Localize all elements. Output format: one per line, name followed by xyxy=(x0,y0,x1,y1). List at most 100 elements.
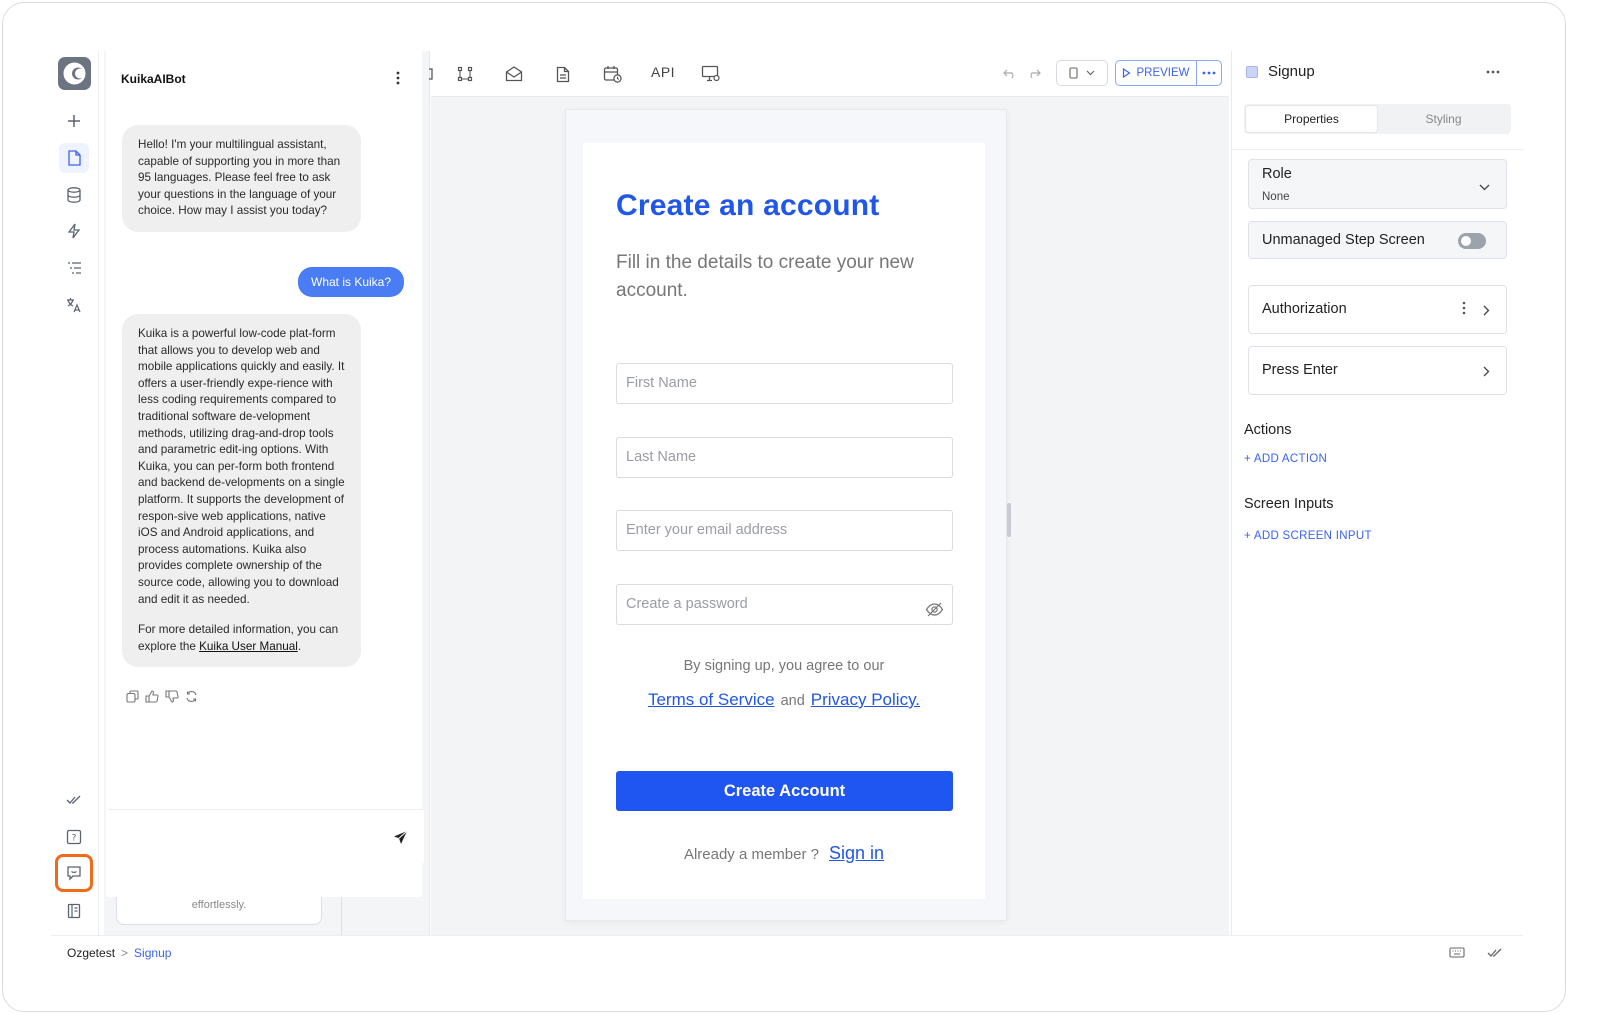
workflow-icon[interactable] xyxy=(453,62,477,86)
scheduler-icon[interactable] xyxy=(600,62,624,86)
authorization-menu-icon[interactable] xyxy=(1462,301,1466,320)
copy-icon[interactable] xyxy=(126,690,139,708)
preview-button[interactable]: PREVIEW xyxy=(1115,60,1197,86)
breadcrumb-current[interactable]: Signup xyxy=(134,946,171,960)
eye-off-icon[interactable] xyxy=(925,595,944,634)
chevron-right-icon xyxy=(1483,364,1490,382)
tab-properties[interactable]: Properties xyxy=(1246,106,1377,132)
preview-label: PREVIEW xyxy=(1136,67,1190,79)
first-name-input[interactable]: First Name xyxy=(616,363,953,404)
device-preview: Create an account Fill in the details to… xyxy=(566,110,1006,920)
database-icon[interactable] xyxy=(59,180,89,210)
unmanaged-label: Unmanaged Step Screen xyxy=(1262,232,1425,248)
tab-styling[interactable]: Styling xyxy=(1378,106,1509,132)
thumbs-down-icon[interactable] xyxy=(165,690,179,708)
ai-chat-panel: KuikaAIBot Hello! I'm your multilingual … xyxy=(104,51,430,935)
terms-link[interactable]: Terms of Service xyxy=(648,690,775,709)
regenerate-icon[interactable] xyxy=(185,690,198,708)
book-icon[interactable] xyxy=(59,896,89,926)
agree-text: By signing up, you agree to our xyxy=(683,658,885,674)
canvas-toolbar: API PREVIEW xyxy=(429,51,1229,97)
breadcrumb-project[interactable]: Ozgetest xyxy=(67,946,115,960)
chat-input[interactable] xyxy=(108,809,424,863)
document-icon[interactable] xyxy=(551,62,575,86)
background-card-text: effortlessly. xyxy=(191,899,247,911)
resize-handle[interactable] xyxy=(1007,503,1011,537)
mobile-icon xyxy=(1069,67,1078,79)
create-account-button[interactable]: Create Account xyxy=(616,771,953,811)
add-screen-input-button[interactable]: + ADD SCREEN INPUT xyxy=(1244,530,1372,542)
email-icon[interactable] xyxy=(502,62,526,86)
signin-row: Already a member ? Sign in xyxy=(583,843,985,864)
chevron-down-icon xyxy=(1086,70,1095,76)
properties-menu-icon[interactable] xyxy=(1486,61,1500,79)
press-enter-row[interactable]: Press Enter xyxy=(1248,346,1507,395)
chevron-right-icon xyxy=(1483,303,1490,321)
lightning-icon[interactable] xyxy=(59,216,89,246)
list-icon[interactable] xyxy=(59,253,89,283)
left-rail: ? xyxy=(51,51,99,935)
screen-inputs-heading: Screen Inputs xyxy=(1244,496,1334,512)
kuika-logo[interactable] xyxy=(58,57,91,90)
last-name-input[interactable]: Last Name xyxy=(616,437,953,478)
screen-settings-icon[interactable] xyxy=(699,62,723,86)
send-icon[interactable] xyxy=(393,830,408,850)
authorization-row[interactable]: Authorization xyxy=(1248,285,1507,334)
background-card: effortlessly. xyxy=(116,897,322,925)
device-select[interactable] xyxy=(1056,60,1108,86)
app-window: ? KuikaAIBot Hello! I'm your multilingua… xyxy=(2,2,1566,1012)
bot-answer-more: For more detailed information, you can e… xyxy=(138,622,345,655)
api-button[interactable]: API xyxy=(651,64,675,80)
thumbs-up-icon[interactable] xyxy=(145,690,159,708)
message-reactions xyxy=(126,690,198,708)
ai-chat-icon[interactable] xyxy=(55,854,93,892)
breadcrumb: Ozgetest > Signup xyxy=(67,946,171,960)
chat-window: KuikaAIBot Hello! I'm your multilingual … xyxy=(106,51,424,863)
status-icons xyxy=(1449,945,1503,963)
properties-panel: Signup Properties Styling Role None Unma… xyxy=(1231,51,1524,935)
chevron-down-icon xyxy=(1479,178,1490,196)
properties-header: Signup xyxy=(1232,51,1524,95)
member-text: Already a member ? xyxy=(683,846,819,863)
double-check-icon[interactable] xyxy=(59,785,89,815)
legal-links: Terms of Service and Privacy Policy. xyxy=(583,690,985,710)
bot-answer-text: Kuika is a powerful low-code plat-form t… xyxy=(138,327,345,606)
play-icon xyxy=(1123,68,1132,78)
status-bar: Ozgetest > Signup xyxy=(51,935,1523,969)
chat-title: KuikaAIBot xyxy=(121,72,186,86)
email-input[interactable]: Enter your email address xyxy=(616,510,953,551)
panel-toggle-icon[interactable] xyxy=(415,62,439,86)
keyboard-icon[interactable] xyxy=(1449,945,1465,963)
user-manual-link[interactable]: Kuika User Manual xyxy=(199,640,298,653)
signin-link[interactable]: Sign in xyxy=(829,843,884,863)
redo-icon[interactable] xyxy=(1022,62,1046,86)
design-canvas: API PREVIEW Create an account Fill in th… xyxy=(429,51,1229,935)
divider xyxy=(1232,149,1524,150)
and-text: and xyxy=(780,693,805,709)
actions-heading: Actions xyxy=(1244,422,1292,438)
help-icon[interactable]: ? xyxy=(59,822,89,852)
pages-icon[interactable] xyxy=(59,143,89,173)
translate-icon[interactable] xyxy=(59,290,89,320)
double-check-icon[interactable] xyxy=(1487,945,1503,963)
more-options-button[interactable] xyxy=(1196,60,1222,86)
privacy-link[interactable]: Privacy Policy. xyxy=(811,690,920,709)
role-select[interactable]: Role None xyxy=(1248,159,1507,209)
add-action-button[interactable]: + ADD ACTION xyxy=(1244,453,1327,465)
user-message: What is Kuika? xyxy=(298,267,405,297)
undo-icon[interactable] xyxy=(998,62,1022,86)
password-input[interactable]: Create a password xyxy=(616,584,953,625)
role-label: Role xyxy=(1262,166,1292,182)
bot-answer: Kuika is a powerful low-code plat-form t… xyxy=(122,314,361,668)
form-subtitle: Fill in the details to create your new a… xyxy=(616,252,914,301)
screen-icon xyxy=(1246,66,1258,78)
chat-menu-icon[interactable] xyxy=(396,71,400,88)
chat-footer xyxy=(106,863,422,897)
background-divider xyxy=(341,897,342,935)
form-title: Create an account xyxy=(616,189,880,222)
screen-name: Signup xyxy=(1268,63,1315,80)
add-icon[interactable] xyxy=(59,106,89,136)
unmanaged-toggle[interactable] xyxy=(1458,233,1486,249)
password-placeholder: Create a password xyxy=(626,596,748,612)
role-value: None xyxy=(1262,191,1290,203)
